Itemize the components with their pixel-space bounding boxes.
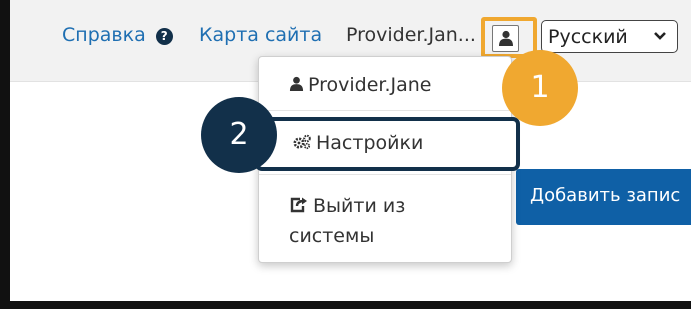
menu-item-logout-line2: системы — [289, 225, 375, 247]
chevron-down-icon — [654, 32, 666, 40]
logout-icon — [290, 197, 307, 213]
menu-item-logout-line1: Выйти из — [313, 195, 406, 217]
menu-item-logout[interactable]: Выйти из системы — [289, 191, 489, 251]
language-select[interactable]: Русский — [541, 20, 678, 53]
menu-item-profile[interactable]: Provider.Jane — [289, 70, 432, 100]
language-select-value: Русский — [548, 26, 628, 48]
step-2-callout-badge: 2 — [201, 97, 277, 173]
menu-divider — [259, 110, 511, 111]
question-circle-icon: ? — [155, 28, 173, 45]
menu-divider — [259, 174, 511, 175]
gears-icon — [293, 134, 311, 150]
sitemap-link[interactable]: Карта сайта — [199, 22, 322, 48]
menu-item-profile-label: Provider.Jane — [308, 74, 432, 96]
menu-item-settings-label: Настройки — [316, 132, 424, 154]
help-link[interactable]: Справка ? — [62, 22, 173, 48]
app-window: Справка ? Карта сайта Provider.Jan... Ру… — [10, 0, 691, 301]
user-icon — [289, 76, 304, 92]
add-record-button-label: Добавить запис — [530, 185, 681, 206]
help-link-label: Справка — [62, 24, 146, 46]
user-dropdown-menu: Provider.Jane Настройки Выйти из системы — [255, 56, 520, 263]
step-1-callout-badge: 1 — [502, 50, 578, 126]
menu-item-settings[interactable]: Настройки — [255, 117, 520, 171]
user-name-link[interactable]: Provider.Jan... — [346, 22, 476, 48]
user-icon — [499, 30, 513, 46]
user-menu-button[interactable] — [492, 25, 519, 52]
add-record-button[interactable]: Добавить запис — [516, 169, 691, 225]
